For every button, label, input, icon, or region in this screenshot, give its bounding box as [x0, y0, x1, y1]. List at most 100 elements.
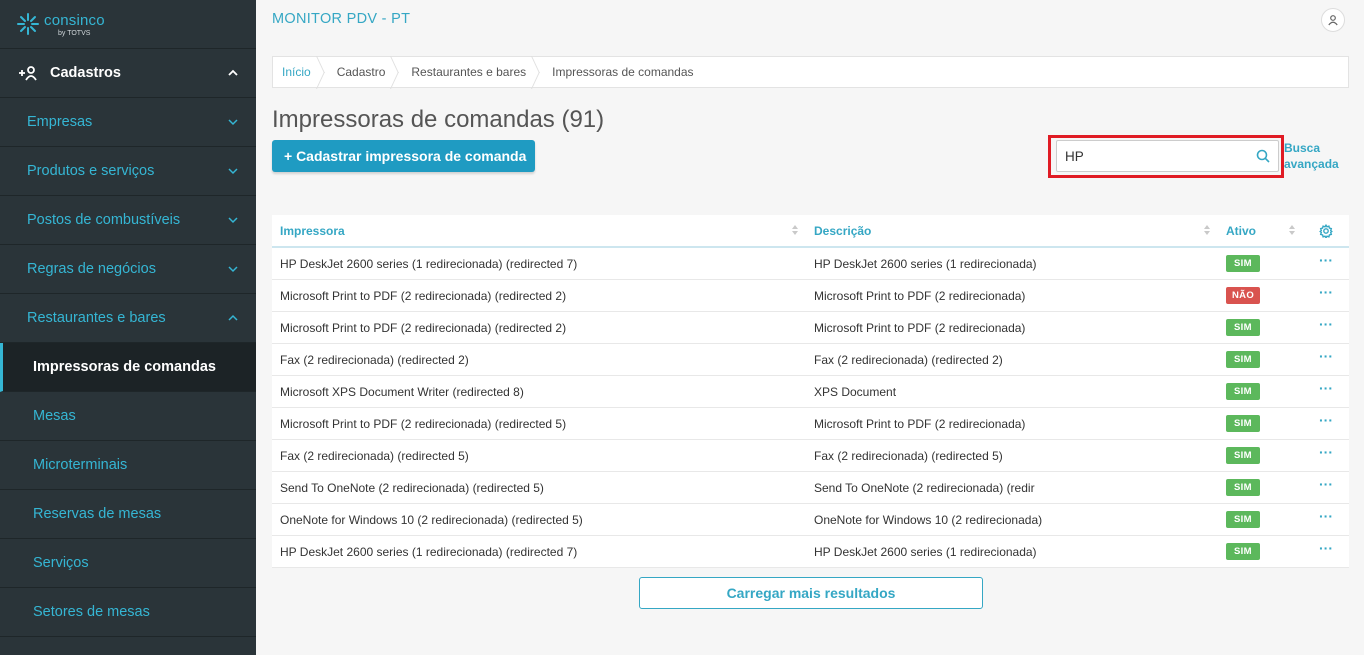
more-options-icon[interactable]: ··· — [1319, 541, 1333, 555]
load-more-button[interactable]: Carregar mais resultados — [639, 577, 983, 609]
sidebar-item-regras[interactable]: Regras de negócios — [0, 245, 256, 294]
gear-icon[interactable] — [1319, 223, 1333, 238]
status-badge: SIM — [1226, 254, 1260, 273]
more-options-icon[interactable]: ··· — [1319, 349, 1333, 363]
cell-active: SIM — [1218, 504, 1303, 535]
cell-description: Send To OneNote (2 redirecionada) (redir — [814, 480, 1035, 495]
sidebar-subitem-reservas[interactable]: Reservas de mesas — [0, 490, 256, 539]
sidebar: consinco by TOTVS Cadastros Empresas Pro… — [0, 0, 256, 655]
cell-description: Microsoft Print to PDF (2 redirecionada) — [814, 416, 1026, 431]
more-options-icon[interactable]: ··· — [1319, 477, 1333, 491]
cell-actions: ··· — [1303, 504, 1349, 535]
breadcrumb-item-inicio[interactable]: Início — [273, 57, 320, 87]
sidebar-item-restaurantes[interactable]: Restaurantes e bares — [0, 294, 256, 343]
advanced-search-label-1: Busca — [1284, 141, 1321, 155]
printers-table: Impressora Descrição Ativo HP DeskJet 26… — [272, 215, 1349, 568]
add-user-icon — [18, 65, 40, 81]
column-header-descricao[interactable]: Descrição — [806, 215, 1218, 246]
sidebar-subitem-servicos[interactable]: Serviços — [0, 539, 256, 588]
table-row[interactable]: OneNote for Windows 10 (2 redirecionada)… — [272, 504, 1349, 536]
sidebar-subitem-setores[interactable]: Setores de mesas — [0, 588, 256, 637]
sort-icon[interactable] — [1289, 225, 1295, 237]
user-menu-button[interactable] — [1321, 8, 1345, 32]
breadcrumb-separator — [394, 57, 402, 87]
column-header-label: Ativo — [1226, 223, 1256, 238]
table-row[interactable]: HP DeskJet 2600 series (1 redirecionada)… — [272, 248, 1349, 280]
cell-printer: Fax (2 redirecionada) (redirected 2) — [280, 352, 469, 367]
cell-printer: Microsoft XPS Document Writer (redirecte… — [280, 384, 524, 399]
status-badge: NÃO — [1226, 286, 1261, 305]
status-badge: SIM — [1226, 478, 1260, 497]
cell-actions: ··· — [1303, 472, 1349, 503]
more-options-icon[interactable]: ··· — [1319, 285, 1333, 299]
more-options-icon[interactable]: ··· — [1319, 413, 1333, 427]
sidebar-group-label: Cadastros — [50, 65, 121, 81]
more-options-icon[interactable]: ··· — [1319, 445, 1333, 459]
page-title: Impressoras de comandas (91) — [272, 106, 605, 133]
table-row[interactable]: Fax (2 redirecionada) (redirected 2) Fax … — [272, 344, 1349, 376]
chevron-down-icon — [228, 119, 238, 126]
sidebar-item-postos[interactable]: Postos de combustíveis — [0, 196, 256, 245]
sidebar-subitem-impressoras[interactable]: Impressoras de comandas — [0, 343, 256, 392]
table-row[interactable]: HP DeskJet 2600 series (1 redirecionada)… — [272, 536, 1349, 568]
table-row[interactable]: Microsoft Print to PDF (2 redirecionada)… — [272, 408, 1349, 440]
cell-description: XPS Document — [814, 384, 897, 399]
more-options-icon[interactable]: ··· — [1319, 317, 1333, 331]
cell-actions: ··· — [1303, 344, 1349, 375]
search-field[interactable] — [1056, 140, 1279, 172]
breadcrumb-item-restaurantes[interactable]: Restaurantes e bares — [402, 57, 535, 87]
sidebar-item-empresas[interactable]: Empresas — [0, 98, 256, 147]
table-header: Impressora Descrição Ativo — [272, 215, 1349, 248]
sidebar-subitem-label: Setores de mesas — [33, 604, 150, 620]
search-input[interactable] — [1065, 148, 1256, 164]
sidebar-subitem-label: Reservas de mesas — [33, 506, 162, 522]
sidebar-item-produtos[interactable]: Produtos e serviços — [0, 147, 256, 196]
status-badge: SIM — [1226, 318, 1260, 337]
logo[interactable]: consinco by TOTVS — [0, 0, 256, 49]
table-row[interactable]: Microsoft Print to PDF (2 redirecionada)… — [272, 312, 1349, 344]
sidebar-subitem-label: Impressoras de comandas — [33, 359, 216, 375]
more-options-icon[interactable]: ··· — [1319, 253, 1333, 267]
cell-printer: Microsoft Print to PDF (2 redirecionada)… — [280, 416, 567, 431]
cell-printer: Fax (2 redirecionada) (redirected 5) — [280, 448, 469, 463]
breadcrumb-item-current: Impressoras de comandas — [552, 65, 694, 79]
cell-actions: ··· — [1303, 376, 1349, 407]
sort-icon[interactable] — [792, 225, 798, 237]
user-icon — [1328, 15, 1338, 26]
consinco-logo-icon — [17, 13, 39, 35]
column-settings[interactable] — [1303, 215, 1349, 246]
sidebar-item-label: Restaurantes e bares — [27, 310, 166, 326]
cell-description: Fax (2 redirecionada) (redirected 2) — [814, 352, 1003, 367]
sidebar-group-cadastros[interactable]: Cadastros — [0, 49, 256, 98]
cell-actions: ··· — [1303, 536, 1349, 567]
advanced-search-label-2: avançada — [1284, 157, 1339, 171]
search-icon[interactable] — [1256, 149, 1270, 163]
table-row[interactable]: Microsoft XPS Document Writer (redirecte… — [272, 376, 1349, 408]
chevron-down-icon — [228, 266, 238, 273]
sidebar-subitem-label: Mesas — [33, 408, 76, 424]
main-content: MONITOR PDV - PT Início Cadastro Restaur… — [256, 0, 1364, 655]
more-options-icon[interactable]: ··· — [1319, 509, 1333, 523]
sidebar-item-label: Produtos e serviços — [27, 163, 155, 179]
chevron-up-icon — [228, 69, 238, 76]
add-printer-button[interactable]: + Cadastrar impressora de comanda — [272, 140, 536, 172]
cell-active: NÃO — [1218, 280, 1303, 311]
sidebar-subitem-mesas[interactable]: Mesas — [0, 392, 256, 441]
breadcrumb-item-cadastro[interactable]: Cadastro — [328, 57, 395, 87]
sort-icon[interactable] — [1204, 225, 1210, 237]
cell-description: OneNote for Windows 10 (2 redirecionada) — [814, 512, 1043, 527]
status-badge: SIM — [1226, 382, 1260, 401]
breadcrumb-separator — [535, 57, 543, 87]
sidebar-subitem-microterminais[interactable]: Microterminais — [0, 441, 256, 490]
advanced-search-link[interactable]: Busca avançada — [1284, 140, 1339, 172]
more-options-icon[interactable]: ··· — [1319, 381, 1333, 395]
column-header-label: Descrição — [814, 223, 872, 238]
table-row[interactable]: Microsoft Print to PDF (2 redirecionada)… — [272, 280, 1349, 312]
column-header-impressora[interactable]: Impressora — [272, 215, 806, 246]
status-badge: SIM — [1226, 510, 1260, 529]
column-header-ativo[interactable]: Ativo — [1218, 215, 1303, 246]
table-row[interactable]: Send To OneNote (2 redirecionada) (redir… — [272, 472, 1349, 504]
status-badge: SIM — [1226, 542, 1260, 561]
table-row[interactable]: Fax (2 redirecionada) (redirected 5) Fax … — [272, 440, 1349, 472]
table-body: HP DeskJet 2600 series (1 redirecionada)… — [272, 248, 1349, 568]
